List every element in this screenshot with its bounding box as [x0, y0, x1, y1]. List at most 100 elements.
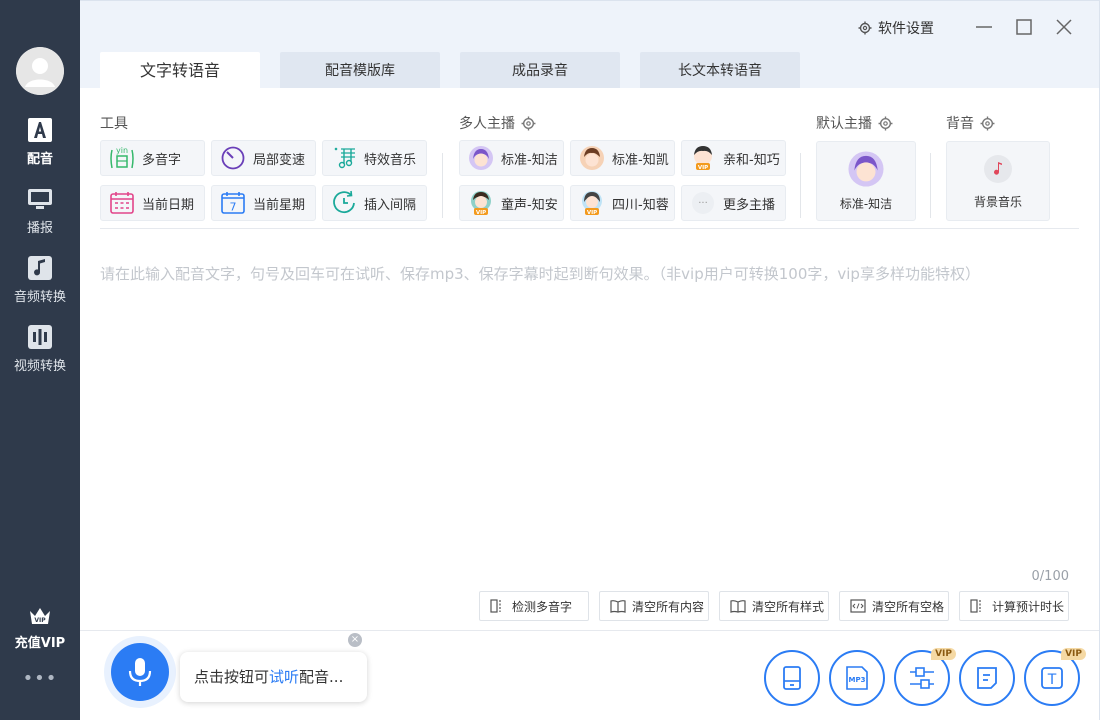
- sidebar-item-audio-convert[interactable]: 音频转换: [0, 255, 80, 305]
- sidebar-item-label: 音频转换: [13, 290, 66, 305]
- multi-anchor-label: 多人主播: [459, 116, 515, 132]
- music-note-icon: [28, 256, 52, 280]
- detect-polyphone-button[interactable]: 检测多音字: [479, 591, 589, 621]
- clear-all-styles-button[interactable]: 清空所有样式: [719, 591, 829, 621]
- anchor-child-zhian[interactable]: VIP 童声-知安: [459, 185, 564, 221]
- adjust-settings-button[interactable]: VIP: [894, 648, 956, 706]
- software-settings-label: 软件设置: [878, 21, 934, 37]
- sidebar: 配音 播报 音频转换 视频转换 VIP 充值VIP •••: [0, 0, 80, 720]
- effect-music-button[interactable]: 特效音乐: [322, 140, 427, 176]
- more-dots-icon: ···: [692, 192, 714, 214]
- hint-close-icon[interactable]: ×: [348, 633, 362, 647]
- estimate-duration-label: 计算预计时长: [992, 599, 1065, 614]
- partial-speed-label: 局部变速: [253, 152, 306, 168]
- save-subtitle-button[interactable]: [959, 650, 1015, 706]
- video-bars-icon: [28, 325, 52, 349]
- tab-text-to-speech[interactable]: 文字转语音: [100, 52, 260, 88]
- anchor-avatar-girl-icon: [469, 146, 493, 170]
- default-anchor-section-label: 默认主播: [816, 113, 893, 133]
- polyphone-button[interactable]: yin 多音字: [100, 140, 205, 176]
- default-anchor-card[interactable]: 标准-知洁: [816, 141, 916, 221]
- microphone-button[interactable]: [111, 643, 169, 701]
- user-avatar[interactable]: [16, 47, 64, 95]
- anchor-avatar-girl-icon: [848, 151, 884, 187]
- preview-hint-bubble: 点击按钮可试听配音...: [180, 652, 367, 702]
- sidebar-item-label: 播报: [26, 221, 53, 236]
- more-anchors-label: 更多主播: [723, 197, 776, 213]
- anchor-label: 童声-知安: [501, 197, 558, 213]
- hint-highlight: 试听: [269, 668, 300, 686]
- text-export-button[interactable]: T VIP: [1024, 648, 1086, 706]
- multi-anchor-gear-icon[interactable]: [521, 116, 536, 131]
- yin-icon: yin: [110, 146, 134, 169]
- recharge-vip-label: 充值VIP: [14, 636, 66, 651]
- tab-template-library[interactable]: 配音模版库: [280, 52, 440, 88]
- tools-label: 工具: [100, 116, 128, 132]
- current-date-label: 当前日期: [142, 197, 195, 213]
- sidebar-item-video-convert[interactable]: 视频转换: [0, 324, 80, 374]
- svg-text:7: 7: [230, 201, 237, 214]
- anchor-avatar-child-vip-icon: VIP: [471, 191, 491, 216]
- current-date-button[interactable]: 当前日期: [100, 185, 205, 221]
- anchor-standard-zhikai[interactable]: 标准-知凯: [570, 140, 675, 176]
- gear-icon: [858, 21, 872, 35]
- more-anchors-button[interactable]: ··· 更多主播: [681, 185, 786, 221]
- anchor-gentle-zhiqiao[interactable]: VIP 亲和-知巧: [681, 140, 786, 176]
- insert-interval-button[interactable]: 插入间隔: [322, 185, 427, 221]
- polyphone-label: 多音字: [142, 152, 182, 168]
- anchor-label: 标准-知凯: [612, 152, 669, 168]
- tab-long-text-to-speech[interactable]: 长文本转语音: [640, 52, 800, 88]
- partial-speed-button[interactable]: 局部变速: [211, 140, 316, 176]
- more-menu-icon[interactable]: •••: [0, 668, 80, 689]
- detect-icon: [490, 599, 501, 613]
- letter-a-icon: [28, 118, 52, 142]
- maximize-button[interactable]: [1012, 15, 1036, 39]
- calendar-icon: 7: [221, 192, 245, 214]
- svg-text:···: ···: [698, 198, 708, 209]
- maximize-icon: [1016, 19, 1032, 35]
- software-settings-button[interactable]: 软件设置: [858, 18, 934, 38]
- tools-section-label: 工具: [100, 113, 128, 133]
- calendar-grid-icon: [110, 192, 134, 214]
- tablet-icon: [783, 666, 801, 690]
- background-music-card[interactable]: 背景音乐: [946, 141, 1050, 221]
- minimize-button[interactable]: [972, 15, 996, 39]
- code-icon: [850, 599, 866, 613]
- sidebar-item-dubbing[interactable]: 配音: [0, 117, 80, 167]
- estimate-icon: [970, 599, 981, 613]
- anchor-avatar-girl-vip-icon: VIP: [694, 146, 712, 171]
- text-input-area[interactable]: 请在此输入配音文字，句号及回车可在试听、保存mp3、保存字幕时起到断句效果。（非…: [100, 263, 980, 284]
- current-weekday-label: 当前星期: [253, 197, 306, 213]
- editor-panel: 工具 yin 多音字 局部变速 特效音乐 当前日期 7 当前星期 插入间隔 多人…: [80, 88, 1099, 630]
- bgm-section-label: 背音: [946, 113, 995, 133]
- tab-finished-recordings[interactable]: 成品录音: [460, 52, 620, 88]
- open-book-icon: [610, 600, 626, 613]
- close-button[interactable]: [1052, 15, 1076, 39]
- clock-icon: [333, 190, 355, 214]
- estimate-duration-button[interactable]: 计算预计时长: [959, 591, 1069, 621]
- recharge-vip-button[interactable]: VIP 充值VIP: [0, 606, 80, 651]
- clear-all-spaces-label: 清空所有空格: [872, 599, 945, 614]
- clear-all-content-button[interactable]: 清空所有内容: [599, 591, 709, 621]
- export-device-button[interactable]: [764, 650, 820, 706]
- music-note-icon: [984, 155, 1012, 183]
- clear-all-spaces-button[interactable]: 清空所有空格: [839, 591, 949, 621]
- anchor-standard-zhijie[interactable]: 标准-知洁: [459, 140, 564, 176]
- open-book-icon: [730, 600, 746, 613]
- svg-text:VIP: VIP: [698, 165, 708, 171]
- hint-text-end: 配音...: [299, 668, 344, 686]
- sidebar-item-broadcast[interactable]: 播报: [0, 186, 80, 236]
- vip-tag: VIP: [931, 648, 956, 660]
- anchor-label: 亲和-知巧: [723, 152, 780, 168]
- save-mp3-button[interactable]: MP3: [829, 650, 885, 706]
- svg-text:VIP: VIP: [476, 210, 486, 216]
- bgm-gear-icon[interactable]: [980, 116, 995, 131]
- default-anchor-label: 默认主播: [816, 116, 872, 132]
- default-anchor-gear-icon[interactable]: [878, 116, 893, 131]
- crown-icon: VIP: [30, 608, 50, 624]
- anchor-label: 四川-知蓉: [612, 197, 669, 213]
- anchor-sichuan-zhirong[interactable]: VIP 四川-知蓉: [570, 185, 675, 221]
- current-weekday-button[interactable]: 7 当前星期: [211, 185, 316, 221]
- anchor-label: 标准-知洁: [501, 152, 558, 168]
- bgm-label: 背音: [946, 116, 974, 132]
